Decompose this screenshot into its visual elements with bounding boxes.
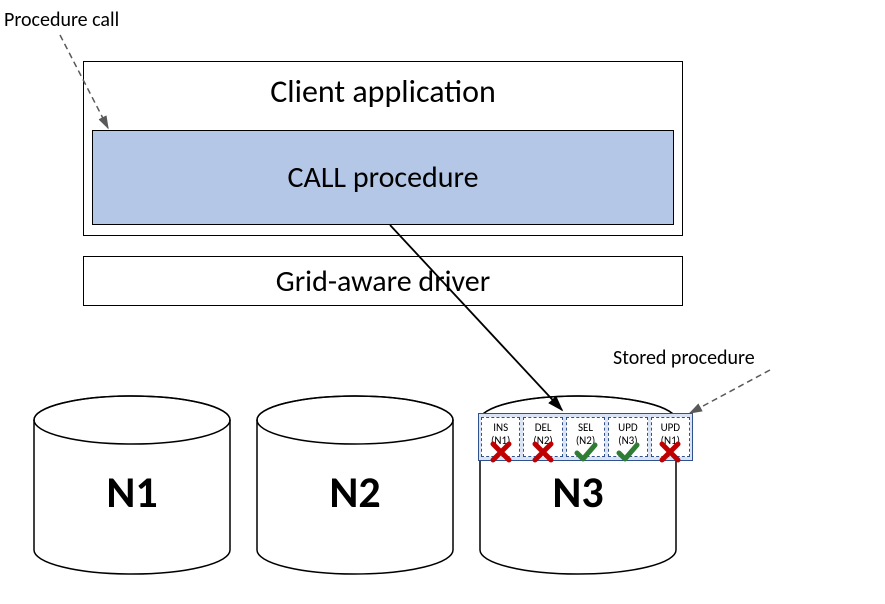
op-name: INS — [482, 422, 519, 435]
grid-aware-driver-box: Grid-aware driver — [83, 256, 683, 306]
stored-op-upd-3: UPD(N3) — [608, 417, 647, 457]
check-icon — [574, 440, 598, 464]
node-cylinder-n2: N2 — [255, 395, 455, 575]
cross-icon — [489, 440, 513, 464]
op-name: UPD — [609, 422, 646, 435]
stored-op-ins-0: INS(N1) — [481, 417, 520, 457]
node-cylinder-n1: N1 — [32, 395, 232, 575]
node-label: N1 — [32, 465, 232, 519]
node-label: N2 — [255, 465, 455, 519]
call-procedure-text: CALL procedure — [287, 159, 478, 196]
node-label: N3 — [478, 465, 678, 519]
op-name: SEL — [567, 422, 604, 435]
call-procedure-box: CALL procedure — [92, 130, 674, 225]
cross-icon — [658, 440, 682, 464]
client-application-title: Client application — [84, 72, 682, 111]
stored-op-sel-2: SEL(N2) — [566, 417, 605, 457]
stored-op-del-1: DEL(N2) — [523, 417, 562, 457]
op-name: UPD — [652, 422, 689, 435]
procedure-call-label: Procedure call — [4, 8, 119, 32]
driver-text: Grid-aware driver — [276, 263, 490, 300]
cross-icon — [531, 440, 555, 464]
check-icon — [616, 440, 640, 464]
stored-procedure-box: INS(N1)DEL(N2)SEL(N2)UPD(N3)UPD(N1) — [478, 413, 693, 461]
stored-procedure-label: Stored procedure — [613, 346, 755, 370]
op-name: DEL — [524, 422, 561, 435]
stored-op-upd-4: UPD(N1) — [651, 417, 690, 457]
